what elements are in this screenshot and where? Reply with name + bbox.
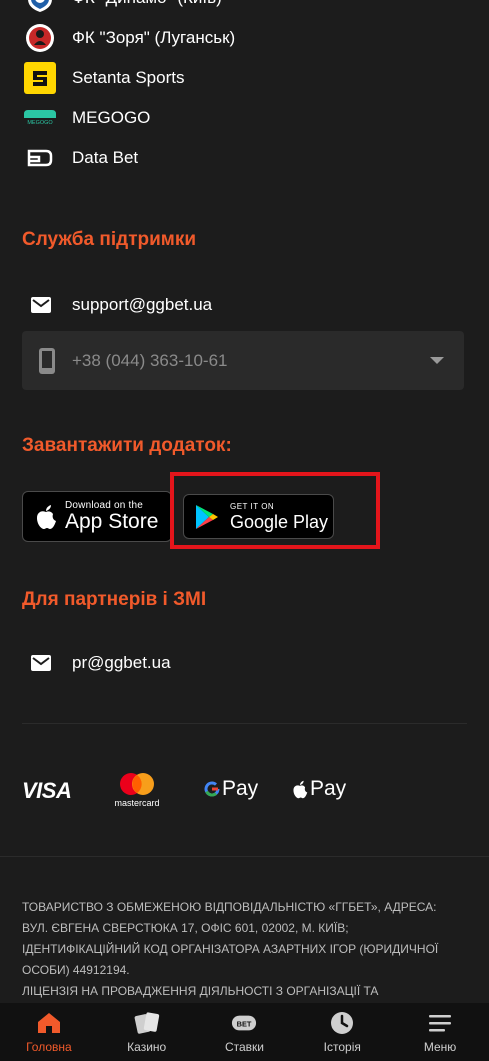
support-phone: +38 (044) 363-10-61 [72, 350, 228, 370]
svg-text:MEGOGO: MEGOGO [27, 120, 53, 126]
data-bet-logo [22, 140, 58, 176]
support-email: support@ggbet.ua [72, 295, 213, 314]
nav-label: Меню [423, 1040, 457, 1054]
svg-text:BET: BET [237, 1020, 252, 1029]
mastercard-text: mastercard [114, 798, 160, 808]
app-store-button[interactable]: Download on the App Store [22, 491, 172, 542]
nav-bets[interactable]: BET Ставки [196, 1003, 294, 1061]
app-store-big-text: App Store [65, 510, 159, 533]
email-icon [30, 652, 52, 674]
setanta-sports-logo [22, 60, 58, 96]
dynamo-kyiv-logo [22, 0, 58, 16]
legal-license-info: ЛІЦЕНЗІЯ НА ПРОВАДЖЕННЯ ДІЯЛЬНОСТІ З ОРГ… [22, 984, 379, 998]
partner-name: ФК "Зоря" (Луганськ) [72, 28, 236, 47]
download-title: Завантажити додаток: [22, 435, 232, 456]
phone-icon [38, 347, 56, 375]
divider [22, 723, 467, 724]
nav-label: Історія [323, 1040, 361, 1054]
bottom-navigation: Головна Казино BET Ставки Історія Меню [0, 1003, 489, 1061]
partner-dynamo-kyiv[interactable]: ФК "Динамо" (Київ) [22, 0, 222, 18]
support-title: Служба підтримки [22, 229, 197, 250]
nav-menu[interactable]: Меню [391, 1003, 489, 1061]
nav-home[interactable]: Головна [0, 1003, 98, 1061]
bet-icon: BET [231, 1010, 257, 1036]
google-play-highlight [170, 472, 380, 549]
partner-data-bet[interactable]: Data Bet [22, 138, 138, 178]
nav-label: Головна [26, 1040, 72, 1054]
casino-cards-icon [134, 1010, 160, 1036]
google-g-icon [204, 781, 220, 797]
support-phone-dropdown[interactable]: +38 (044) 363-10-61 [22, 331, 464, 390]
apple-icon [35, 504, 57, 530]
email-icon [30, 294, 52, 316]
zorya-luhansk-logo [22, 20, 58, 56]
apple-pay-logo: Pay [292, 777, 346, 801]
partner-name: ФК "Динамо" (Київ) [72, 0, 222, 8]
google-pay-logo: Pay [204, 777, 258, 801]
partners-media-title: Для партнерів і ЗМІ [22, 589, 207, 610]
chevron-down-icon [430, 357, 444, 364]
clock-icon [329, 1010, 355, 1036]
pr-email-link[interactable]: pr@ggbet.ua [30, 652, 171, 674]
partner-megogo[interactable]: MEGOGO MEGOGO [22, 98, 150, 138]
partner-zorya[interactable]: ФК "Зоря" (Луганськ) [22, 18, 235, 58]
nav-label: Казино [127, 1040, 167, 1054]
partner-name: Data Bet [72, 148, 139, 167]
legal-company-info: ТОВАРИСТВО З ОБМЕЖЕНОЮ ВІДПОВІДАЛЬНІСТЮ … [22, 900, 439, 977]
partner-setanta[interactable]: Setanta Sports [22, 58, 184, 98]
visa-logo: VISA [22, 778, 72, 803]
home-icon [36, 1010, 62, 1036]
nav-history[interactable]: Історія [293, 1003, 391, 1061]
partner-name: Setanta Sports [72, 68, 185, 87]
nav-casino[interactable]: Казино [98, 1003, 196, 1061]
mastercard-logo: mastercard [111, 772, 163, 808]
partner-name: MEGOGO [72, 108, 151, 127]
nav-label: Ставки [224, 1040, 264, 1054]
menu-icon [427, 1010, 453, 1036]
megogo-logo: MEGOGO [22, 100, 58, 136]
legal-text: ТОВАРИСТВО З ОБМЕЖЕНОЮ ВІДПОВІДАЛЬНІСТЮ … [22, 897, 462, 1002]
support-email-link[interactable]: support@ggbet.ua [30, 294, 212, 316]
pr-email: pr@ggbet.ua [72, 653, 171, 672]
apple-icon [293, 780, 308, 798]
divider [0, 856, 489, 857]
